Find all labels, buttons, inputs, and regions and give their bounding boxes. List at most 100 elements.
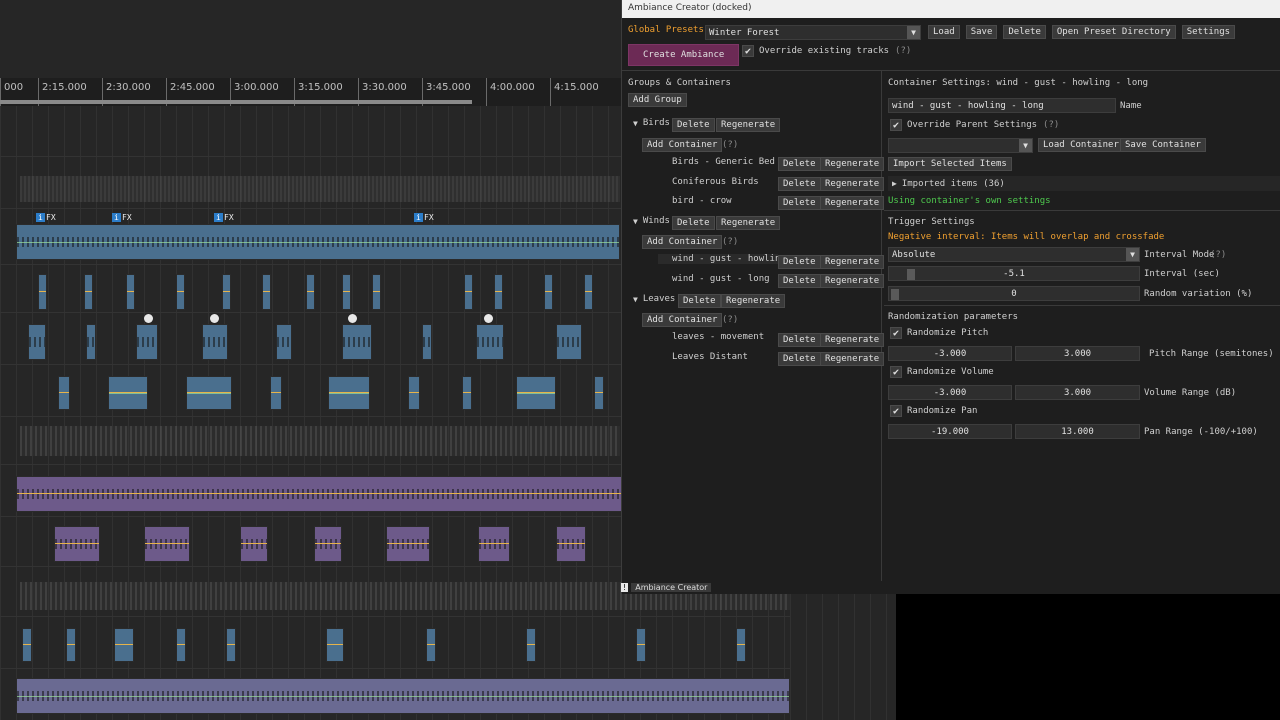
media-item[interactable] (526, 628, 536, 662)
media-item[interactable] (176, 628, 186, 662)
container-delete-button[interactable]: Delete (778, 177, 821, 191)
save-container-button[interactable]: Save Container (1120, 138, 1206, 152)
container-preset-dropdown[interactable]: ▼ (888, 138, 1033, 153)
container-regenerate-button[interactable]: Regenerate (820, 196, 885, 210)
interval-mode-dropdown[interactable]: Absolute ▼ (888, 247, 1140, 262)
help-icon[interactable]: (?) (1043, 120, 1059, 130)
media-item[interactable] (476, 324, 504, 360)
media-item[interactable] (108, 376, 148, 410)
add-container-button[interactable]: Add Container (642, 235, 723, 249)
container-regenerate-button[interactable]: Regenerate (820, 333, 885, 347)
help-icon[interactable]: (?) (722, 140, 738, 150)
media-item[interactable] (222, 274, 231, 310)
preset-load-button[interactable]: Load (928, 25, 960, 39)
pan-min-input[interactable]: -19.000 (888, 424, 1012, 439)
media-item[interactable] (544, 274, 553, 310)
group-row-leaves[interactable]: ▼ Leaves (633, 294, 675, 304)
media-item[interactable] (262, 274, 271, 310)
media-item[interactable] (186, 376, 232, 410)
volume-max-input[interactable]: 3.000 (1015, 385, 1140, 400)
media-item[interactable] (240, 526, 268, 562)
media-item[interactable] (372, 274, 381, 310)
media-item[interactable] (464, 274, 473, 310)
media-item[interactable] (86, 324, 96, 360)
container-item[interactable]: bird - crow (672, 196, 732, 206)
item-lock-icon[interactable] (484, 314, 493, 323)
media-item-birds-bed[interactable] (16, 224, 620, 260)
volume-min-input[interactable]: -3.000 (888, 385, 1012, 400)
media-item[interactable] (126, 274, 135, 310)
media-item[interactable] (494, 274, 503, 310)
container-delete-button[interactable]: Delete (778, 255, 821, 269)
preset-dropdown[interactable]: Winter Forest ▼ (705, 25, 921, 40)
create-ambiance-button[interactable]: Create Ambiance (628, 44, 740, 66)
dock-tab[interactable]: ! Ambiance Creator (621, 581, 712, 593)
media-item-leaves-bed[interactable] (16, 678, 790, 714)
media-item[interactable] (328, 376, 370, 410)
media-item[interactable] (594, 376, 604, 410)
random-variation-slider[interactable]: 0 (888, 286, 1140, 301)
slider-handle[interactable] (907, 269, 915, 280)
container-regenerate-button[interactable]: Regenerate (820, 255, 885, 269)
container-delete-button[interactable]: Delete (778, 196, 821, 210)
media-item[interactable] (516, 376, 556, 410)
media-item[interactable] (114, 628, 134, 662)
media-item[interactable] (22, 628, 32, 662)
group-delete-button[interactable]: Delete (672, 216, 715, 230)
media-item[interactable] (342, 324, 372, 360)
item-info-badge[interactable]: i (36, 213, 45, 222)
expand-triangle-icon[interactable]: ▶ (892, 179, 897, 188)
media-item[interactable] (478, 526, 510, 562)
container-item[interactable]: Leaves Distant (672, 352, 748, 362)
help-icon[interactable]: (?) (895, 46, 911, 56)
media-item[interactable] (84, 274, 93, 310)
media-item[interactable] (270, 376, 282, 410)
media-item[interactable] (176, 274, 185, 310)
item-fx-badge[interactable]: FX (424, 213, 434, 222)
load-container-button[interactable]: Load Container (1038, 138, 1124, 152)
group-regenerate-button[interactable]: Regenerate (721, 294, 786, 308)
container-delete-button[interactable]: Delete (778, 352, 821, 366)
container-item[interactable]: Coniferous Birds (672, 177, 759, 187)
media-item[interactable] (584, 274, 593, 310)
media-item[interactable] (462, 376, 472, 410)
group-regenerate-button[interactable]: Regenerate (716, 118, 781, 132)
group-delete-button[interactable]: Delete (672, 118, 715, 132)
preset-delete-button[interactable]: Delete (1003, 25, 1046, 39)
media-item-wind-bed[interactable] (16, 476, 622, 512)
media-item[interactable] (144, 526, 190, 562)
container-name-input[interactable]: wind - gust - howling - long (888, 98, 1116, 113)
item-info-badge[interactable]: i (112, 213, 121, 222)
import-selected-items-button[interactable]: Import Selected Items (888, 157, 1012, 171)
group-regenerate-button[interactable]: Regenerate (716, 216, 781, 230)
item-fx-badge[interactable]: FX (122, 213, 132, 222)
help-icon[interactable]: (?) (722, 315, 738, 325)
pitch-min-input[interactable]: -3.000 (888, 346, 1012, 361)
item-lock-icon[interactable] (210, 314, 219, 323)
container-item[interactable]: leaves - movement (672, 332, 764, 342)
container-delete-button[interactable]: Delete (778, 157, 821, 171)
add-container-button[interactable]: Add Container (642, 313, 723, 327)
pan-max-input[interactable]: 13.000 (1015, 424, 1140, 439)
media-item[interactable] (556, 324, 582, 360)
media-item[interactable] (326, 628, 344, 662)
media-item[interactable] (202, 324, 228, 360)
arrange-empty-area[interactable] (790, 594, 896, 720)
randomize-pitch-checkbox[interactable]: ✔ (890, 327, 902, 339)
media-item[interactable] (136, 324, 158, 360)
media-item[interactable] (386, 526, 430, 562)
randomize-pan-checkbox[interactable]: ✔ (890, 405, 902, 417)
interval-slider[interactable]: -5.1 (888, 266, 1140, 281)
item-info-badge[interactable]: i (414, 213, 423, 222)
item-fx-badge[interactable]: FX (46, 213, 56, 222)
override-parent-checkbox[interactable]: ✔ (890, 119, 902, 131)
container-delete-button[interactable]: Delete (778, 333, 821, 347)
container-regenerate-button[interactable]: Regenerate (820, 177, 885, 191)
media-item[interactable] (736, 628, 746, 662)
media-item[interactable] (226, 628, 236, 662)
expand-triangle-icon[interactable]: ▼ (633, 295, 638, 304)
media-item[interactable] (636, 628, 646, 662)
randomize-volume-checkbox[interactable]: ✔ (890, 366, 902, 378)
container-item-selected[interactable]: wind - gust - howling (658, 254, 778, 264)
panel-title-bar[interactable]: Ambiance Creator (docked) (622, 0, 1280, 18)
